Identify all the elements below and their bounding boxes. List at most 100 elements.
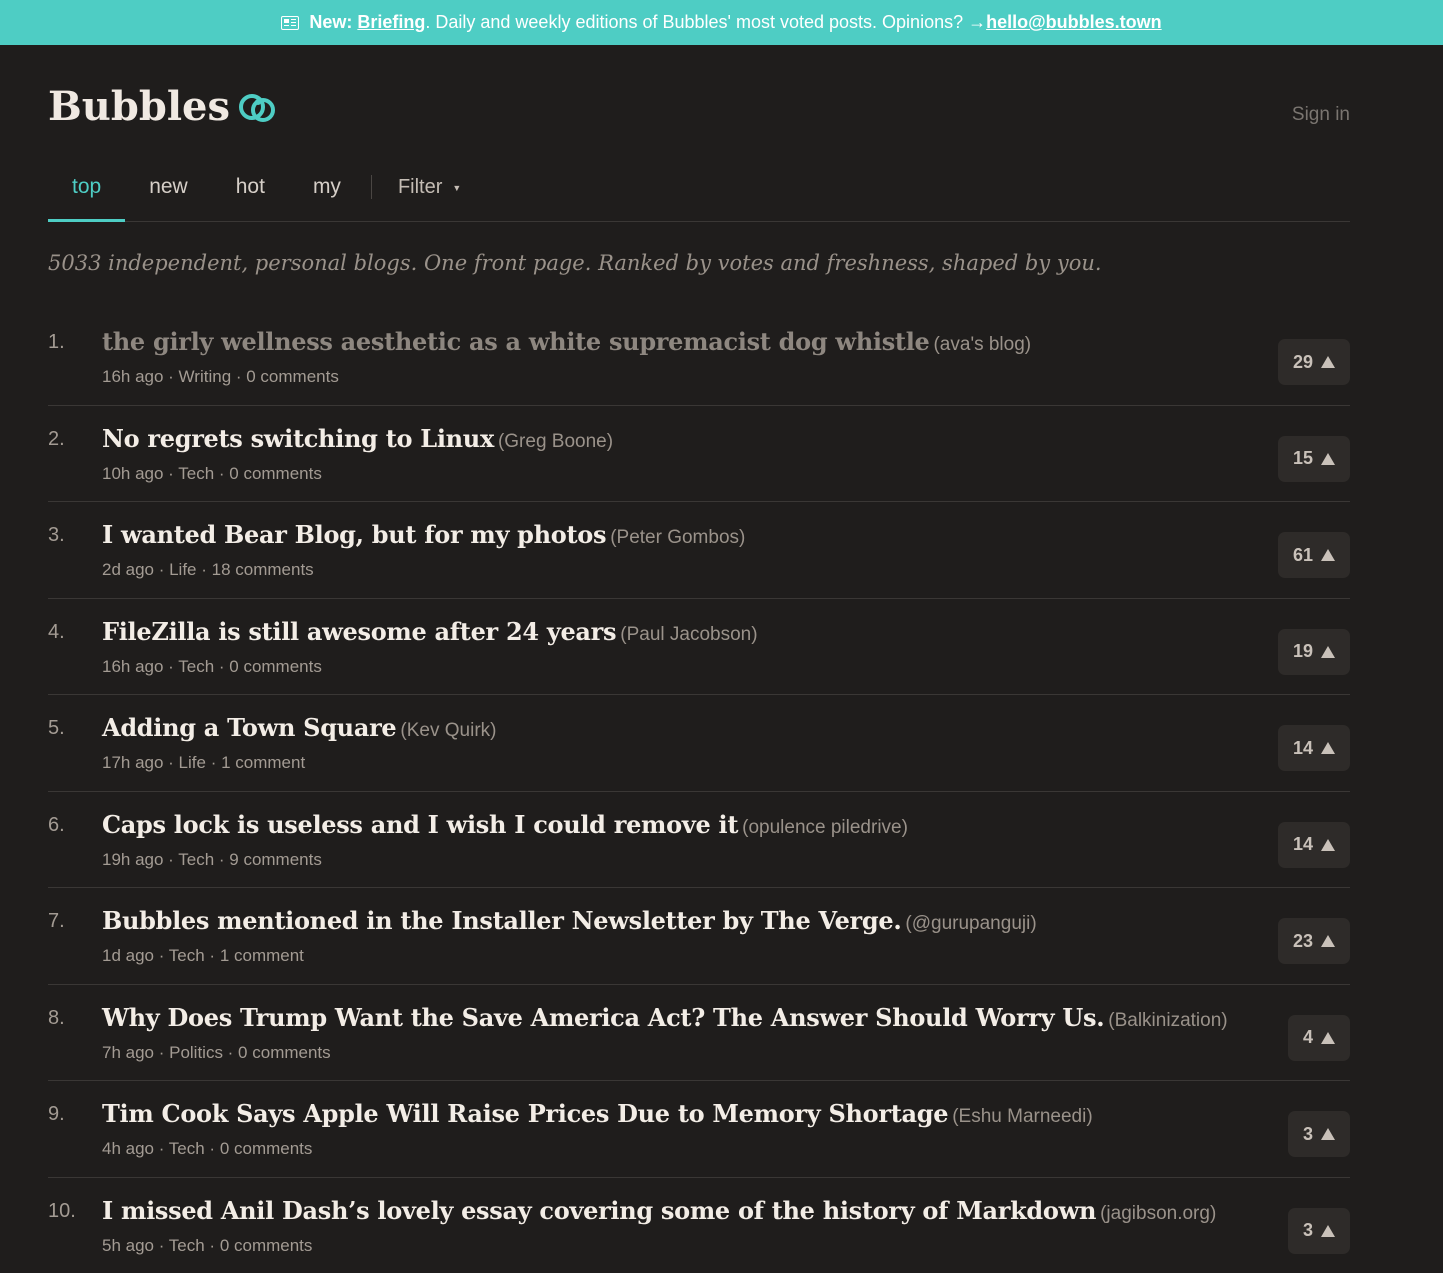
vote-count: 15 xyxy=(1293,448,1313,469)
post-title-link[interactable]: Tim Cook Says Apple Will Raise Prices Du… xyxy=(102,1099,948,1128)
post-title-line: the girly wellness aesthetic as a white … xyxy=(102,327,1031,356)
post-title-link[interactable]: Adding a Town Square xyxy=(102,713,396,742)
caret-down-icon: ▼ xyxy=(452,183,461,193)
announcement-banner: New: Briefing. Daily and weekly editions… xyxy=(0,0,1443,45)
post-rank: 3. xyxy=(48,524,65,547)
post-source: (Peter Gombos) xyxy=(610,527,745,548)
post-rank: 9. xyxy=(48,1103,65,1126)
tab-my[interactable]: my xyxy=(289,175,365,221)
tab-hot[interactable]: hot xyxy=(212,175,289,221)
post-title-line: Bubbles mentioned in the Installer Newsl… xyxy=(102,906,1037,935)
vote-count: 3 xyxy=(1303,1124,1313,1145)
vote-count: 29 xyxy=(1293,352,1313,373)
post-title-line: I missed Anil Dash’s lovely essay coveri… xyxy=(102,1196,1216,1225)
upvote-arrow-icon xyxy=(1321,1225,1335,1237)
post-title-line: I wanted Bear Blog, but for my photos(Pe… xyxy=(102,520,745,549)
post-row: 6. Caps lock is useless and I wish I coul… xyxy=(48,792,1350,889)
upvote-button[interactable]: 15 xyxy=(1278,436,1350,482)
upvote-arrow-icon xyxy=(1321,1032,1335,1044)
post-source: (Greg Boone) xyxy=(498,431,613,452)
post-row: 5. Adding a Town Square(Kev Quirk) 17h ago… xyxy=(48,695,1350,792)
post-row: 2. No regrets switching to Linux(Greg Boo… xyxy=(48,406,1350,503)
post-title-link[interactable]: No regrets switching to Linux xyxy=(102,424,494,453)
post-title-line: FileZilla is still awesome after 24 year… xyxy=(102,617,758,646)
post-source: (Paul Jacobson) xyxy=(620,624,757,645)
filter-dropdown[interactable]: Filter ▼ xyxy=(374,176,461,221)
vote-count: 23 xyxy=(1293,931,1313,952)
upvote-button[interactable]: 61 xyxy=(1278,532,1350,578)
upvote-button[interactable]: 14 xyxy=(1278,822,1350,868)
upvote-button[interactable]: 14 xyxy=(1278,725,1350,771)
vote-count: 14 xyxy=(1293,738,1313,759)
upvote-button[interactable]: 19 xyxy=(1278,629,1350,675)
post-meta: 16h ago · Tech · 0 comments xyxy=(102,657,322,677)
post-rank: 1. xyxy=(48,331,65,354)
upvote-arrow-icon xyxy=(1321,646,1335,658)
post-title-link[interactable]: Bubbles mentioned in the Installer Newsl… xyxy=(102,906,901,935)
post-rank: 6. xyxy=(48,814,65,837)
briefing-link[interactable]: Briefing xyxy=(357,12,425,33)
post-title-link[interactable]: Why Does Trump Want the Save America Act… xyxy=(102,1003,1104,1032)
newspaper-icon xyxy=(281,16,299,30)
upvote-arrow-icon xyxy=(1321,742,1335,754)
post-source: (Balkinization) xyxy=(1108,1010,1227,1031)
vote-count: 14 xyxy=(1293,834,1313,855)
post-meta: 17h ago · Life · 1 comment xyxy=(102,753,305,773)
post-meta: 5h ago · Tech · 0 comments xyxy=(102,1236,312,1256)
post-meta: 10h ago · Tech · 0 comments xyxy=(102,464,322,484)
post-title-link[interactable]: the girly wellness aesthetic as a white … xyxy=(102,327,929,356)
post-title-link[interactable]: I missed Anil Dash’s lovely essay coveri… xyxy=(102,1196,1096,1225)
upvote-arrow-icon xyxy=(1321,453,1335,465)
post-source: (jagibson.org) xyxy=(1100,1203,1216,1224)
post-rank: 8. xyxy=(48,1007,65,1030)
upvote-arrow-icon xyxy=(1321,549,1335,561)
email-link[interactable]: hello@bubbles.town xyxy=(986,12,1162,33)
post-rank: 10. xyxy=(48,1200,76,1223)
upvote-button[interactable]: 29 xyxy=(1278,339,1350,385)
post-title-line: No regrets switching to Linux(Greg Boone… xyxy=(102,424,613,453)
post-rank: 5. xyxy=(48,717,65,740)
banner-new-label: New: xyxy=(309,12,352,33)
filter-label: Filter xyxy=(398,176,442,199)
post-row: 8. Why Does Trump Want the Save America A… xyxy=(48,985,1350,1082)
post-source: (@gurupanguji) xyxy=(905,913,1036,934)
upvote-arrow-icon xyxy=(1321,839,1335,851)
tab-top[interactable]: top xyxy=(48,175,125,221)
upvote-button[interactable]: 23 xyxy=(1278,918,1350,964)
tagline: 5033 independent, personal blogs. One fr… xyxy=(48,251,1350,309)
post-title-line: Why Does Trump Want the Save America Act… xyxy=(102,1003,1228,1032)
post-list: 1. the girly wellness aesthetic as a whit… xyxy=(48,309,1350,1273)
post-title-line: Adding a Town Square(Kev Quirk) xyxy=(102,713,496,742)
post-title-link[interactable]: FileZilla is still awesome after 24 year… xyxy=(102,617,616,646)
post-meta: 4h ago · Tech · 0 comments xyxy=(102,1139,312,1159)
upvote-button[interactable]: 4 xyxy=(1288,1015,1350,1061)
post-title-line: Tim Cook Says Apple Will Raise Prices Du… xyxy=(102,1099,1093,1128)
banner-text: . Daily and weekly editions of Bubbles' … xyxy=(425,12,986,33)
vote-count: 4 xyxy=(1303,1027,1313,1048)
post-row: 4.FileZilla is still awesome after 24 ye… xyxy=(48,599,1350,696)
nav-tabs: topnewhotmy Filter ▼ xyxy=(48,155,1350,222)
site-logo[interactable]: Bubbles xyxy=(48,83,276,130)
logo-text: Bubbles xyxy=(48,83,230,130)
sign-in-link[interactable]: Sign in xyxy=(1292,104,1350,126)
upvote-button[interactable]: 3 xyxy=(1288,1111,1350,1157)
tab-new[interactable]: new xyxy=(125,175,212,221)
post-meta: 2d ago · Life · 18 comments xyxy=(102,560,314,580)
vote-count: 19 xyxy=(1293,641,1313,662)
post-source: (Eshu Marneedi) xyxy=(952,1106,1092,1127)
upvote-button[interactable]: 3 xyxy=(1288,1208,1350,1254)
vote-count: 61 xyxy=(1293,545,1313,566)
post-title-link[interactable]: I wanted Bear Blog, but for my photos xyxy=(102,520,606,549)
upvote-arrow-icon xyxy=(1321,1128,1335,1140)
post-title-link[interactable]: Caps lock is useless and I wish I could … xyxy=(102,810,738,839)
post-meta: 1d ago · Tech · 1 comment xyxy=(102,946,304,966)
post-meta: 7h ago · Politics · 0 comments xyxy=(102,1043,331,1063)
upvote-arrow-icon xyxy=(1321,356,1335,368)
bubbles-icon xyxy=(238,90,276,124)
vote-count: 3 xyxy=(1303,1220,1313,1241)
post-row: 1. the girly wellness aesthetic as a whit… xyxy=(48,309,1350,406)
post-row: 3. I wanted Bear Blog, but for my photos(… xyxy=(48,502,1350,599)
post-meta: 19h ago · Tech · 9 comments xyxy=(102,850,322,870)
post-rank: 2. xyxy=(48,428,65,451)
site-header: Bubbles Sign in xyxy=(48,45,1350,155)
